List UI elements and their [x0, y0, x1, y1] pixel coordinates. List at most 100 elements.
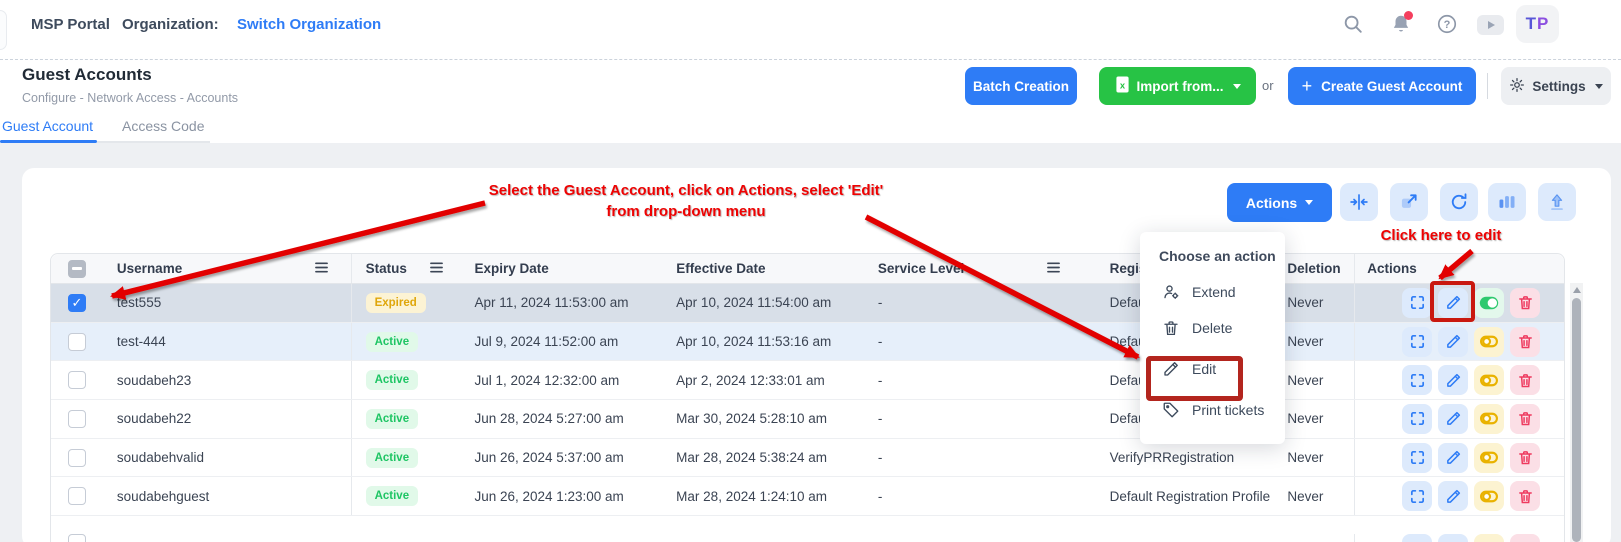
help-icon[interactable]: ? [1436, 13, 1458, 35]
tab-guest-account[interactable]: Guest Account [2, 118, 93, 134]
svg-text:x: x [1119, 81, 1125, 91]
expand-icon[interactable] [1402, 404, 1432, 434]
toggle-off-icon[interactable] [1474, 404, 1504, 434]
expand-icon[interactable] [1402, 534, 1432, 542]
table-header-row: Username Status Expiry Date Effective Da… [51, 254, 1564, 284]
deletion-cell: Never [1274, 323, 1354, 361]
column-status[interactable]: Status [366, 261, 407, 276]
username-cell: soudabeh22 [103, 400, 351, 438]
menu-item-print-tickets[interactable]: Print tickets [1140, 392, 1285, 428]
tab-bar: Guest Account Access Code [0, 115, 1621, 143]
toggle-off-icon[interactable] [1474, 365, 1504, 395]
row-checkbox[interactable] [68, 333, 86, 351]
or-text: or [1262, 78, 1274, 93]
upload-icon[interactable] [1538, 183, 1576, 221]
row-actions-cell [1354, 400, 1564, 438]
column-username[interactable]: Username [117, 261, 182, 276]
delete-trash-icon[interactable] [1510, 404, 1540, 434]
user-avatar[interactable]: TP [1516, 5, 1559, 43]
row-checkbox[interactable]: ✓ [68, 294, 86, 312]
expand-icon[interactable] [1402, 288, 1432, 318]
search-icon[interactable] [1342, 13, 1364, 35]
deletion-cell: Never [1274, 439, 1354, 477]
edit-pencil-icon[interactable] [1438, 534, 1468, 542]
organization-link[interactable]: Switch Organization [237, 16, 381, 33]
row-checkbox[interactable] [68, 410, 86, 428]
refresh-icon[interactable] [1440, 183, 1478, 221]
registration-profile-cell: VerifyPRRegistration [1095, 439, 1275, 477]
scrollbar-up-arrow[interactable] [1573, 287, 1581, 293]
column-menu-icon[interactable] [314, 261, 329, 277]
toggle-off-icon[interactable] [1474, 327, 1504, 357]
deletion-cell: Never [1274, 361, 1354, 399]
edit-pencil-icon[interactable] [1438, 404, 1468, 434]
page-header: Guest Accounts Configure - Network Acces… [0, 61, 1621, 115]
expiry-date-cell: Jul 1, 2024 12:32:00 am [458, 361, 660, 399]
edit-pencil-icon[interactable] [1438, 327, 1468, 357]
create-guest-account-button[interactable]: +Create Guest Account [1288, 67, 1476, 105]
expand-icon[interactable] [1402, 481, 1432, 511]
column-service-level[interactable]: Service Level [878, 261, 964, 276]
scrollbar-thumb[interactable] [1572, 298, 1581, 542]
expiry-date-cell: Jul 9, 2024 11:52:00 am [458, 323, 660, 361]
effective-date-cell: Apr 2, 2024 12:33:01 am [660, 361, 862, 399]
column-expiry-date[interactable]: Expiry Date [458, 254, 660, 283]
row-actions-cell [1354, 361, 1564, 399]
edit-pencil-icon[interactable] [1438, 481, 1468, 511]
delete-trash-icon[interactable] [1510, 365, 1540, 395]
batch-creation-button[interactable]: Batch Creation [965, 67, 1077, 105]
column-menu-icon[interactable] [429, 261, 444, 277]
settings-button[interactable]: Settings [1501, 67, 1611, 105]
column-effective-date[interactable]: Effective Date [660, 254, 862, 283]
column-deletion[interactable]: Deletion [1274, 254, 1354, 283]
tour-play-icon[interactable] [1477, 15, 1504, 35]
edit-pencil-icon[interactable] [1438, 288, 1468, 318]
export-icon[interactable] [1390, 183, 1428, 221]
columns-icon[interactable] [1488, 183, 1526, 221]
import-from-button[interactable]: x Import from... [1099, 67, 1256, 105]
trash-icon [1162, 319, 1180, 337]
table-body: ✓test555ExpiredApr 11, 2024 11:53:00 amA… [51, 284, 1564, 542]
tab-access-code[interactable]: Access Code [122, 118, 204, 134]
select-all-checkbox[interactable] [68, 260, 86, 278]
expand-icon[interactable] [1402, 365, 1432, 395]
menu-item-edit[interactable]: Edit [1140, 346, 1285, 392]
row-checkbox[interactable] [68, 449, 86, 467]
service-level-cell: - [862, 439, 1095, 477]
table-row: ✓test555ExpiredApr 11, 2024 11:53:00 amA… [51, 284, 1564, 323]
row-checkbox[interactable] [68, 371, 86, 389]
column-menu-icon[interactable] [1046, 261, 1061, 277]
service-level-cell: - [862, 323, 1095, 361]
expand-icon[interactable] [1402, 443, 1432, 473]
delete-trash-icon[interactable] [1510, 327, 1540, 357]
delete-trash-icon[interactable] [1510, 534, 1540, 542]
expiry-date-cell: Apr 11, 2024 11:53:00 am [458, 284, 660, 322]
edit-pencil-icon[interactable] [1438, 365, 1468, 395]
toggle-on-icon[interactable] [1474, 288, 1504, 318]
status-cell: Active [351, 439, 459, 477]
effective-date-cell: Mar 28, 2024 1:24:10 am [660, 477, 862, 515]
status-cell: Active [351, 323, 459, 361]
service-level-cell: - [862, 477, 1095, 515]
row-checkbox[interactable] [68, 534, 86, 542]
toggle-off-icon[interactable] [1474, 443, 1504, 473]
row-checkbox[interactable] [68, 487, 86, 505]
edit-pencil-icon[interactable] [1438, 443, 1468, 473]
gear-icon [1509, 77, 1525, 96]
delete-trash-icon[interactable] [1510, 288, 1540, 318]
table-row: soudabeh22ActiveJun 28, 2024 5:27:00 amM… [51, 400, 1564, 439]
menu-item-extend[interactable]: Extend [1140, 274, 1285, 310]
menu-item-delete[interactable]: Delete [1140, 310, 1285, 346]
actions-dropdown-button[interactable]: Actions [1227, 183, 1332, 222]
toggle-off-icon[interactable] [1474, 481, 1504, 511]
deletion-cell: Never [1274, 477, 1354, 515]
collapse-columns-icon[interactable] [1340, 183, 1378, 221]
header-divider [1487, 73, 1488, 99]
toggle-off-icon[interactable] [1474, 534, 1504, 542]
expand-icon[interactable] [1402, 327, 1432, 357]
chevron-down-icon [1595, 84, 1603, 89]
delete-trash-icon[interactable] [1510, 481, 1540, 511]
delete-trash-icon[interactable] [1510, 443, 1540, 473]
chevron-down-icon [1305, 200, 1313, 205]
effective-date-cell: Apr 10, 2024 11:54:00 am [660, 284, 862, 322]
